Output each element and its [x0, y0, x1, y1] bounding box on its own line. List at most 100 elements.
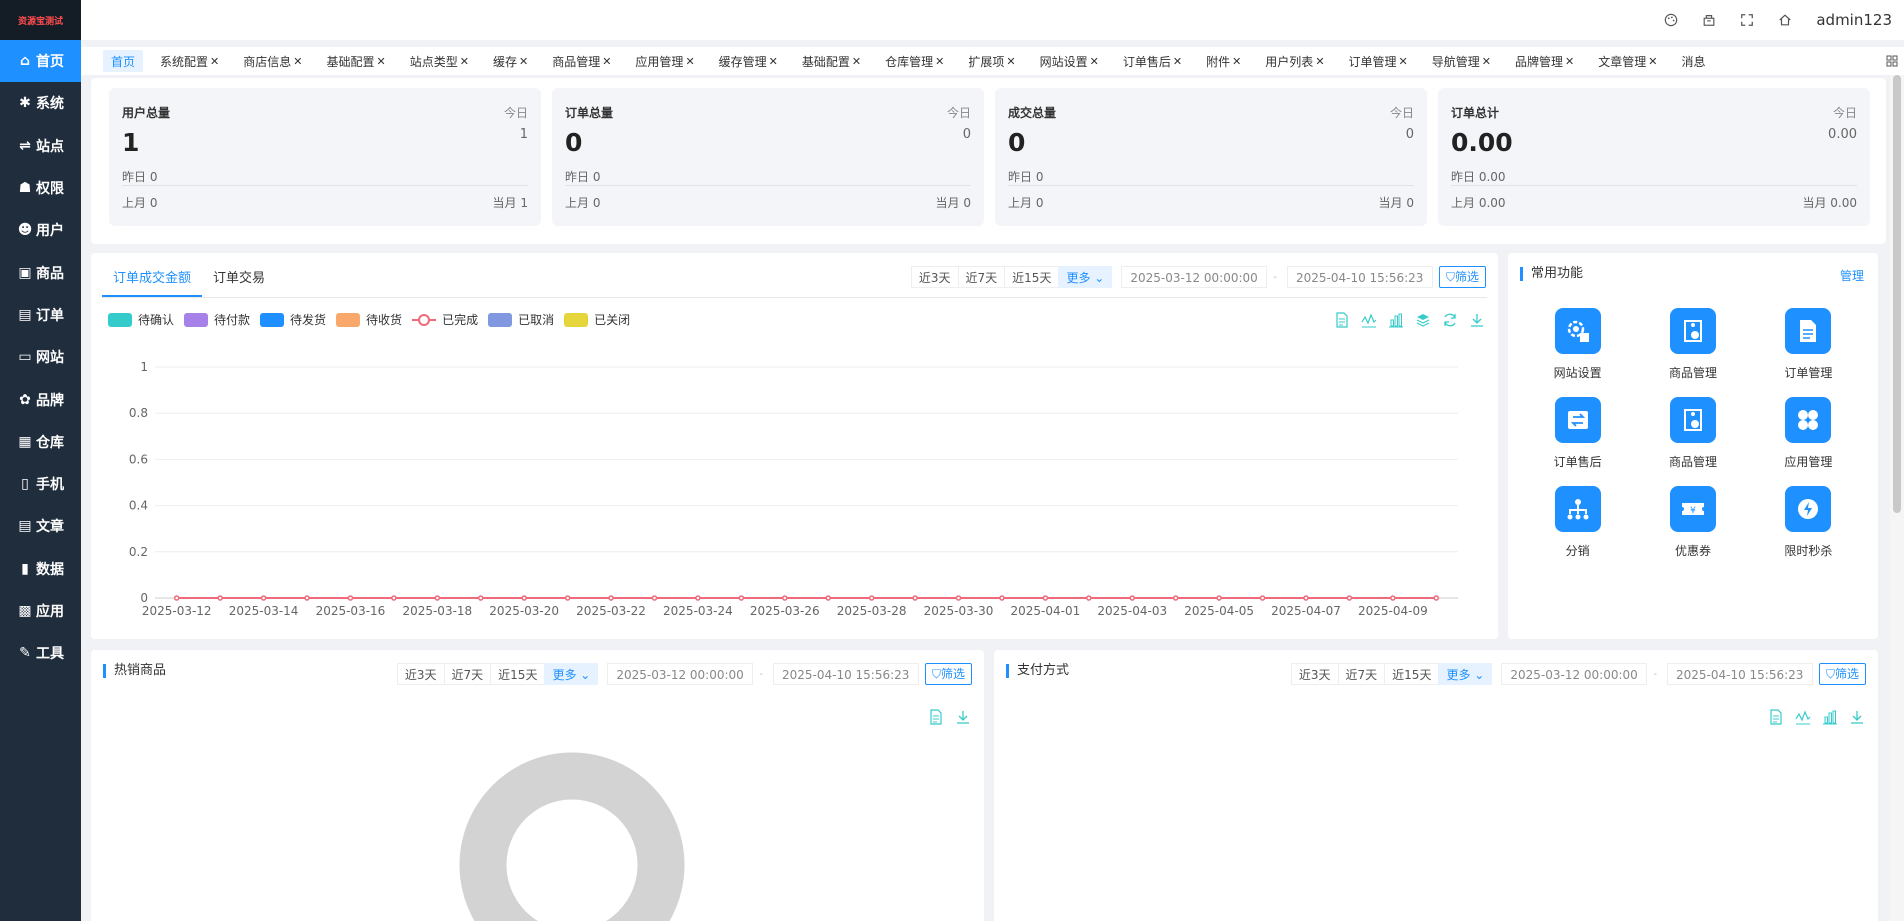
clear-cache-icon[interactable] — [1701, 12, 1717, 28]
data-point[interactable] — [217, 595, 223, 601]
close-icon[interactable]: ✕ — [685, 55, 694, 68]
tab-3[interactable]: 基础配置 ✕ — [321, 50, 390, 72]
data-point[interactable] — [825, 595, 831, 601]
close-icon[interactable]: ✕ — [460, 55, 469, 68]
data-point[interactable] — [1086, 595, 1092, 601]
data-point[interactable] — [1346, 595, 1353, 601]
sidebar-item-7[interactable]: ▭ 网站 — [0, 336, 81, 378]
tab-0[interactable]: 首页 — [103, 50, 144, 72]
data-point[interactable] — [304, 595, 310, 601]
page-scrollbar[interactable] — [1890, 75, 1904, 921]
sidebar-item-13[interactable]: ▩ 应用 — [0, 590, 81, 632]
data-point[interactable] — [651, 595, 658, 601]
tab-13[interactable]: 订单售后 ✕ — [1118, 50, 1187, 72]
fullscreen-icon[interactable] — [1739, 12, 1755, 28]
data-point[interactable] — [564, 595, 571, 601]
tab-14[interactable]: 附件 ✕ — [1201, 50, 1246, 72]
close-icon[interactable]: ✕ — [1565, 55, 1574, 68]
sidebar-item-12[interactable]: ▮ 数据 — [0, 548, 81, 590]
close-icon[interactable]: ✕ — [1090, 55, 1099, 68]
close-icon[interactable]: ✕ — [1648, 55, 1657, 68]
sidebar-item-5[interactable]: ▣ 商品 — [0, 251, 81, 293]
sidebar-item-4[interactable]: ☻ 用户 — [0, 209, 81, 251]
data-point[interactable] — [347, 595, 354, 601]
quick-item[interactable]: ¥ 优惠券 — [1635, 486, 1750, 559]
close-icon[interactable]: ✕ — [1232, 55, 1241, 68]
tab-17[interactable]: 导航管理 ✕ — [1427, 50, 1496, 72]
data-point[interactable] — [391, 595, 397, 601]
filter-button[interactable]: ⛉ 筛选 — [1818, 663, 1866, 685]
data-point[interactable] — [1259, 595, 1266, 601]
tab-20[interactable]: 消息 — [1676, 50, 1710, 72]
user-name[interactable]: admin123 — [1816, 11, 1892, 29]
data-point[interactable] — [1390, 595, 1396, 601]
line-chart-icon[interactable] — [1794, 708, 1812, 726]
close-icon[interactable]: ✕ — [852, 55, 861, 68]
tab-6[interactable]: 商品管理 ✕ — [547, 50, 616, 72]
tab-7[interactable]: 应用管理 ✕ — [630, 50, 699, 72]
sidebar-item-6[interactable]: ▤ 订单 — [0, 294, 81, 336]
sidebar-item-0[interactable]: ⌂ 首页 — [0, 40, 81, 83]
scrollbar-thumb[interactable] — [1893, 75, 1901, 513]
close-icon[interactable]: ✕ — [519, 55, 528, 68]
close-icon[interactable]: ✕ — [1006, 55, 1015, 68]
tab-5[interactable]: 缓存 ✕ — [488, 50, 533, 72]
palette-icon[interactable] — [1663, 12, 1679, 28]
sidebar-item-1[interactable]: ✱ 系统 — [0, 82, 81, 124]
quick-item[interactable]: 订单管理 — [1751, 308, 1866, 381]
close-icon[interactable]: ✕ — [1315, 55, 1324, 68]
close-icon[interactable]: ✕ — [1173, 55, 1182, 68]
sidebar-item-14[interactable]: ✎ 工具 — [0, 632, 81, 674]
tab-18[interactable]: 品牌管理 ✕ — [1510, 50, 1579, 72]
data-point[interactable] — [173, 595, 180, 601]
close-icon[interactable]: ✕ — [377, 55, 386, 68]
start-date-input[interactable]: 2025-03-12 00:00:00 — [1501, 663, 1648, 685]
sidebar-item-11[interactable]: ▤ 文章 — [0, 505, 81, 547]
data-point[interactable] — [1042, 595, 1049, 601]
tabs-grid-icon[interactable] — [1880, 47, 1904, 75]
quick-item[interactable]: 商品管理 — [1635, 308, 1750, 381]
data-point[interactable] — [260, 595, 267, 601]
close-icon[interactable]: ✕ — [1482, 55, 1491, 68]
tab-4[interactable]: 站点类型 ✕ — [405, 50, 474, 72]
sidebar-item-9[interactable]: ▦ 仓库 — [0, 421, 81, 463]
download-icon[interactable] — [1848, 708, 1866, 726]
tab-12[interactable]: 网站设置 ✕ — [1035, 50, 1104, 72]
sidebar-item-8[interactable]: ✿ 品牌 — [0, 378, 81, 420]
data-point[interactable] — [912, 595, 918, 601]
data-point[interactable] — [1303, 595, 1309, 601]
tab-19[interactable]: 文章管理 ✕ — [1593, 50, 1662, 72]
tab-8[interactable]: 缓存管理 ✕ — [714, 50, 783, 72]
data-point[interactable] — [608, 595, 614, 601]
quick-item[interactable]: 分销 — [1520, 486, 1635, 559]
quick-item[interactable]: 网站设置 — [1520, 308, 1635, 381]
manage-link[interactable]: 管理 — [1840, 267, 1864, 284]
data-point[interactable] — [999, 595, 1005, 601]
filter-3-days[interactable]: 近3天 — [1290, 663, 1339, 685]
sidebar-item-3[interactable]: ☗ 权限 — [0, 167, 81, 209]
data-point[interactable] — [1172, 595, 1179, 601]
sidebar-item-10[interactable]: ▯ 手机 — [0, 463, 81, 505]
data-point[interactable] — [1216, 595, 1222, 601]
tab-16[interactable]: 订单管理 ✕ — [1344, 50, 1413, 72]
data-point[interactable] — [955, 595, 962, 601]
tab-1[interactable]: 系统配置 ✕ — [155, 50, 224, 72]
quick-item[interactable]: 商品管理 — [1635, 397, 1750, 470]
data-point[interactable] — [1129, 595, 1135, 601]
data-view-icon[interactable] — [1767, 708, 1785, 726]
close-icon[interactable]: ✕ — [935, 55, 944, 68]
bar-chart-icon[interactable] — [1821, 708, 1839, 726]
tab-2[interactable]: 商店信息 ✕ — [238, 50, 307, 72]
data-point[interactable] — [695, 595, 701, 601]
quick-item[interactable]: 限时秒杀 — [1751, 486, 1866, 559]
filter-more[interactable]: 更多 ⌄ — [1438, 663, 1493, 685]
close-icon[interactable]: ✕ — [602, 55, 611, 68]
sidebar-item-2[interactable]: ⇌ 站点 — [0, 125, 81, 167]
data-point[interactable] — [434, 595, 441, 601]
close-icon[interactable]: ✕ — [1399, 55, 1408, 68]
end-date-input[interactable]: 2025-04-10 15:56:23 — [1666, 663, 1813, 685]
data-point[interactable] — [868, 595, 875, 601]
data-point[interactable] — [1433, 595, 1440, 601]
tab-9[interactable]: 基础配置 ✕ — [797, 50, 866, 72]
filter-7-days[interactable]: 近7天 — [1337, 663, 1386, 685]
